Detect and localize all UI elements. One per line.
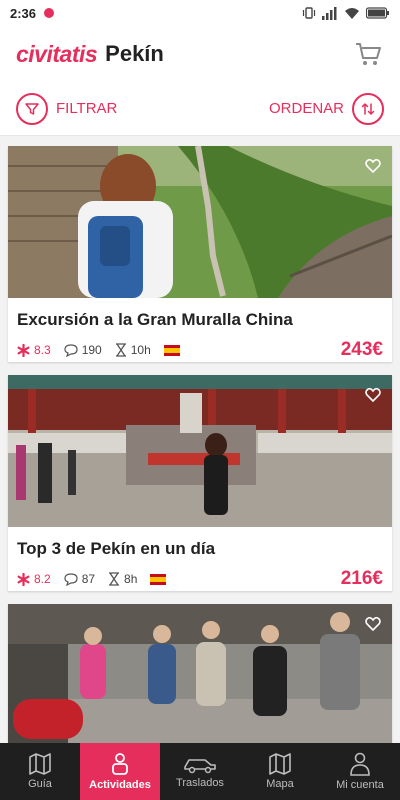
heart-icon: [365, 387, 381, 402]
sort-arrows-icon: [352, 92, 384, 125]
cart-icon: [356, 43, 381, 65]
heart-icon: [365, 616, 381, 631]
reviews: 87: [64, 572, 95, 586]
brand-logo[interactable]: civitatis: [16, 41, 98, 68]
spanish-flag-icon: [163, 344, 180, 356]
user-icon: [350, 752, 370, 776]
temple-photo: [8, 375, 392, 527]
order-button[interactable]: ORDENAR: [268, 92, 384, 125]
duration-value: 8h: [124, 572, 138, 586]
bottom-nav: Guía Actividades Traslados Mapa Mi cuent…: [0, 743, 400, 800]
order-label: ORDENAR: [268, 100, 344, 117]
favorite-button[interactable]: [360, 381, 386, 407]
nav-label: Traslados: [176, 777, 224, 789]
filter-label: FILTRAR: [56, 100, 118, 117]
favorite-button[interactable]: [360, 152, 386, 178]
funnel-icon: [16, 92, 48, 125]
status-time: 2:36: [10, 5, 37, 21]
nav-label: Actividades: [89, 779, 151, 791]
card-meta: 8.3 190 10h 243€: [8, 330, 392, 361]
great-wall-photo: [8, 146, 392, 298]
card-title[interactable]: Top 3 de Pekín en un día: [8, 527, 392, 559]
comment-icon: [64, 343, 78, 357]
duration: 10h: [115, 343, 151, 357]
map-icon: [29, 753, 51, 775]
folded-map-icon: [269, 753, 291, 775]
price: 243€: [340, 339, 383, 360]
hourglass-icon: [109, 572, 120, 586]
car-icon: [184, 759, 216, 774]
nav-item-mapa[interactable]: Mapa: [240, 743, 320, 800]
reviews: 190: [64, 343, 102, 357]
vibrate-icon: [302, 7, 316, 19]
rating: 8.2: [17, 572, 51, 586]
person-icon: [112, 753, 128, 775]
activity-card[interactable]: [8, 604, 392, 743]
nav-item-traslados[interactable]: Traslados: [160, 743, 240, 800]
duration: 8h: [108, 572, 137, 586]
duration-value: 10h: [130, 343, 151, 357]
spanish-flag-icon: [150, 573, 167, 585]
wifi-icon: [345, 7, 359, 19]
reviews-count: 190: [81, 343, 102, 357]
nav-label: Guía: [28, 778, 52, 790]
nav-label: Mapa: [266, 778, 294, 790]
app-header: civitatis Pekín: [0, 26, 400, 82]
activity-card[interactable]: Excursión a la Gran Muralla China 8.3 19…: [8, 146, 392, 362]
card-meta: 8.2 87 8h 216€: [8, 559, 392, 590]
reviews-count: 87: [81, 572, 96, 586]
rating: 8.3: [17, 343, 51, 357]
page-title: Pekín: [105, 41, 164, 66]
nav-label: Mi cuenta: [336, 779, 384, 791]
card-title[interactable]: Excursión a la Gran Muralla China: [8, 298, 392, 330]
comment-icon: [64, 572, 78, 586]
nav-item-mi-cuenta[interactable]: Mi cuenta: [320, 743, 400, 800]
favorite-button[interactable]: [360, 610, 386, 636]
cart-button[interactable]: [352, 38, 384, 70]
battery-icon: [366, 7, 389, 19]
rating-value: 8.2: [34, 572, 51, 586]
status-icons: [302, 6, 390, 20]
signal-icon: [322, 7, 337, 20]
filter-button[interactable]: FILTRAR: [16, 92, 118, 125]
nav-item-actividades[interactable]: Actividades: [80, 743, 160, 800]
price: 216€: [340, 568, 383, 589]
filter-bar: FILTRAR ORDENAR: [0, 82, 400, 136]
rating-star-icon: [17, 343, 30, 357]
hourglass-icon: [115, 343, 126, 357]
activity-card[interactable]: Top 3 de Pekín en un día 8.2 87 8h 216€: [8, 375, 392, 591]
nav-item-guia[interactable]: Guía: [0, 743, 80, 800]
heart-icon: [365, 158, 381, 173]
rating-value: 8.3: [34, 343, 51, 357]
street-photo: [8, 604, 392, 743]
status-bar: 2:36: [0, 0, 400, 26]
notification-dot-icon: [44, 8, 55, 18]
rating-star-icon: [17, 572, 30, 586]
